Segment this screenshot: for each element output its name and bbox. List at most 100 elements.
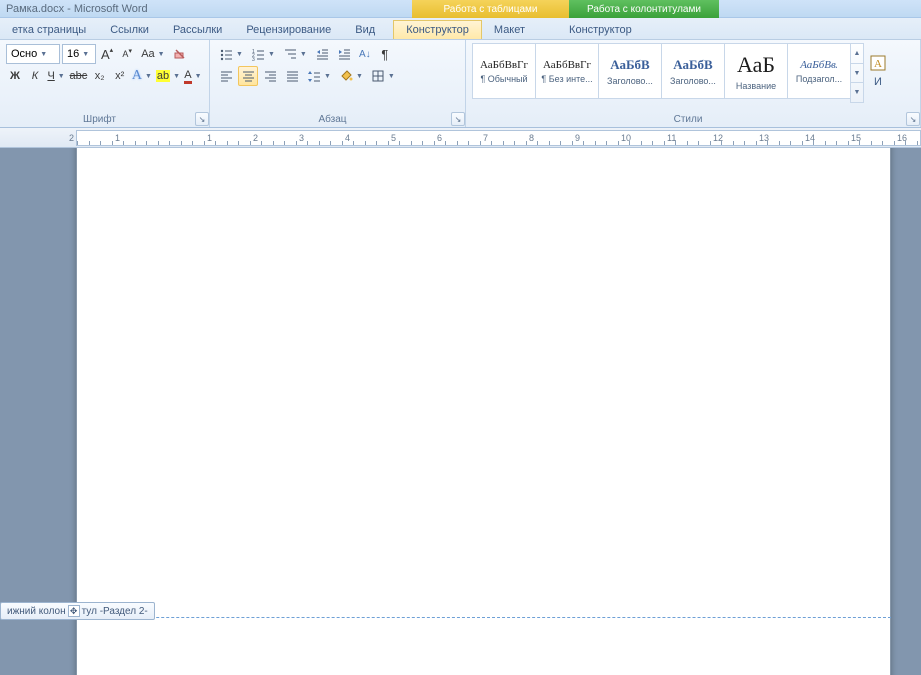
subscript-button[interactable]: x₂ (91, 66, 109, 86)
font-size-combo[interactable]: 16▼ (62, 44, 96, 64)
align-left-icon (219, 69, 233, 83)
group-font: Осно▼ 16▼ A▴ A▾ Aa▼ Ж К Ч▼ abc x₂ x² A▼ … (0, 40, 210, 127)
change-case-button[interactable]: Aa▼ (138, 44, 167, 64)
ruler-number: 8 (529, 133, 534, 143)
paragraph-dialog-launcher[interactable]: ↘ (451, 112, 465, 126)
tab-page-layout[interactable]: етка страницы (0, 21, 98, 39)
shading-button[interactable]: ▼ (336, 66, 366, 86)
style-normal[interactable]: АаБбВвГг¶ Обычный (472, 43, 535, 99)
align-center-icon (241, 69, 255, 83)
show-marks-button[interactable]: ¶ (376, 44, 394, 64)
contextual-tab-strip: Работа с таблицами Работа с колонтитулам… (412, 0, 719, 18)
align-left-button[interactable] (216, 66, 236, 86)
font-dialog-launcher[interactable]: ↘ (195, 112, 209, 126)
tab-mailings[interactable]: Рассылки (161, 21, 234, 39)
group-paragraph: ▼ 123▼ ▼ А↓ ¶ ▼ ▼ ▼ Абзац ↘ (210, 40, 466, 127)
style-heading1[interactable]: АаБбВЗаголово... (598, 43, 661, 99)
ribbon-tab-row: етка страницы Ссылки Рассылки Рецензиров… (0, 18, 921, 40)
bold-button[interactable]: Ж (6, 66, 24, 86)
window-title: Рамка.docx - Microsoft Word (6, 3, 148, 15)
style-no-spacing[interactable]: АаБбВвГг¶ Без инте... (535, 43, 598, 99)
numbering-button[interactable]: 123▼ (248, 44, 278, 64)
numbering-icon: 123 (251, 47, 265, 61)
clear-formatting-button[interactable] (170, 44, 190, 64)
style-title[interactable]: АаБНазвание (724, 43, 787, 99)
group-label-font: Шрифт (0, 114, 199, 125)
shrink-font-button[interactable]: A▾ (118, 44, 136, 64)
tab-table-design[interactable]: Конструктор (393, 20, 482, 39)
line-spacing-button[interactable]: ▼ (304, 66, 334, 86)
bullets-button[interactable]: ▼ (216, 44, 246, 64)
tab-table-layout[interactable]: Макет (482, 21, 537, 39)
tab-view[interactable]: Вид (343, 21, 387, 39)
footer-section-tag[interactable]: ижний колон ✥ тул -Раздел 2- (0, 602, 155, 620)
strike-button[interactable]: abc (68, 66, 89, 86)
group-styles: АаБбВвГг¶ Обычный АаБбВвГг¶ Без инте... … (466, 40, 921, 127)
tab-review[interactable]: Рецензирование (234, 21, 343, 39)
multilevel-icon (283, 47, 297, 61)
footer-tag-text-right: тул -Раздел 2- (82, 606, 148, 617)
align-right-icon (263, 69, 277, 83)
change-styles-icon: A (869, 54, 887, 76)
increase-indent-button[interactable] (334, 44, 354, 64)
change-styles-button[interactable]: A И (868, 43, 888, 99)
gallery-down-button[interactable]: ▼ (851, 64, 863, 84)
gallery-more-button[interactable]: ▼ (851, 83, 863, 102)
ruler-number: 5 (391, 133, 396, 143)
align-right-button[interactable] (260, 66, 280, 86)
svg-text:A: A (874, 58, 882, 70)
horizontal-ruler[interactable]: 21123456789101112131415161 (0, 128, 921, 148)
ruler-number: 9 (575, 133, 580, 143)
decrease-indent-button[interactable] (312, 44, 332, 64)
superscript-button[interactable]: x² (111, 66, 129, 86)
multilevel-list-button[interactable]: ▼ (280, 44, 310, 64)
ruler-number: 7 (483, 133, 488, 143)
style-subtitle[interactable]: АаБбВв.Подзагол... (787, 43, 850, 99)
group-label-paragraph: Абзац (210, 114, 455, 125)
justify-icon (285, 69, 299, 83)
move-handle-icon[interactable]: ✥ (68, 605, 80, 617)
highlight-button[interactable]: ab▼ (155, 66, 181, 86)
font-name-combo[interactable]: Осно▼ (6, 44, 60, 64)
justify-button[interactable] (282, 66, 302, 86)
ruler-number: 1 (115, 133, 120, 143)
tab-header-footer-design[interactable]: Конструктор (557, 21, 644, 39)
ruler-number: 3 (299, 133, 304, 143)
footer-boundary-line (76, 617, 891, 618)
context-tab-header-tools[interactable]: Работа с колонтитулами (569, 0, 719, 18)
gallery-up-button[interactable]: ▲ (851, 44, 863, 64)
group-label-styles: Стили (466, 114, 910, 125)
font-color-button[interactable]: A▼ (183, 66, 203, 86)
svg-text:3: 3 (252, 57, 255, 61)
outdent-icon (315, 47, 329, 61)
styles-gallery-scroll: ▲ ▼ ▼ (850, 43, 864, 103)
borders-button[interactable]: ▼ (368, 66, 398, 86)
ruler-number: 1 (207, 133, 212, 143)
underline-button[interactable]: Ч▼ (46, 66, 66, 86)
ruler-number: 6 (437, 133, 442, 143)
line-spacing-icon (307, 69, 321, 83)
paint-bucket-icon (339, 69, 353, 83)
styles-gallery: АаБбВвГг¶ Обычный АаБбВвГг¶ Без инте... … (472, 43, 914, 103)
tab-references[interactable]: Ссылки (98, 21, 161, 39)
page[interactable]: Курсовая Изм. Лист № докум. Подпись Дата… (76, 148, 891, 675)
align-center-button[interactable] (238, 66, 258, 86)
context-tab-table-tools[interactable]: Работа с таблицами (412, 0, 569, 18)
styles-dialog-launcher[interactable]: ↘ (906, 112, 920, 126)
sort-button[interactable]: А↓ (356, 44, 374, 64)
eraser-icon (173, 47, 187, 61)
borders-icon (371, 69, 385, 83)
ruler-number: 2 (253, 133, 258, 143)
ruler-number: 4 (345, 133, 350, 143)
grow-font-button[interactable]: A▴ (98, 44, 116, 64)
italic-button[interactable]: К (26, 66, 44, 86)
ribbon: Осно▼ 16▼ A▴ A▾ Aa▼ Ж К Ч▼ abc x₂ x² A ▼ … (0, 40, 921, 128)
ruler-track: 21123456789101112131415161 (76, 130, 921, 146)
document-area: Курсовая Изм. Лист № докум. Подпись Дата… (0, 148, 921, 675)
text-effects-button[interactable]: A▼ (131, 66, 153, 86)
ruler-number: 2 (69, 133, 74, 143)
footer-tag-text-left: ижний колон (7, 606, 66, 617)
bullets-icon (219, 47, 233, 61)
style-heading2[interactable]: АаБбВЗаголово... (661, 43, 724, 99)
indent-icon (337, 47, 351, 61)
